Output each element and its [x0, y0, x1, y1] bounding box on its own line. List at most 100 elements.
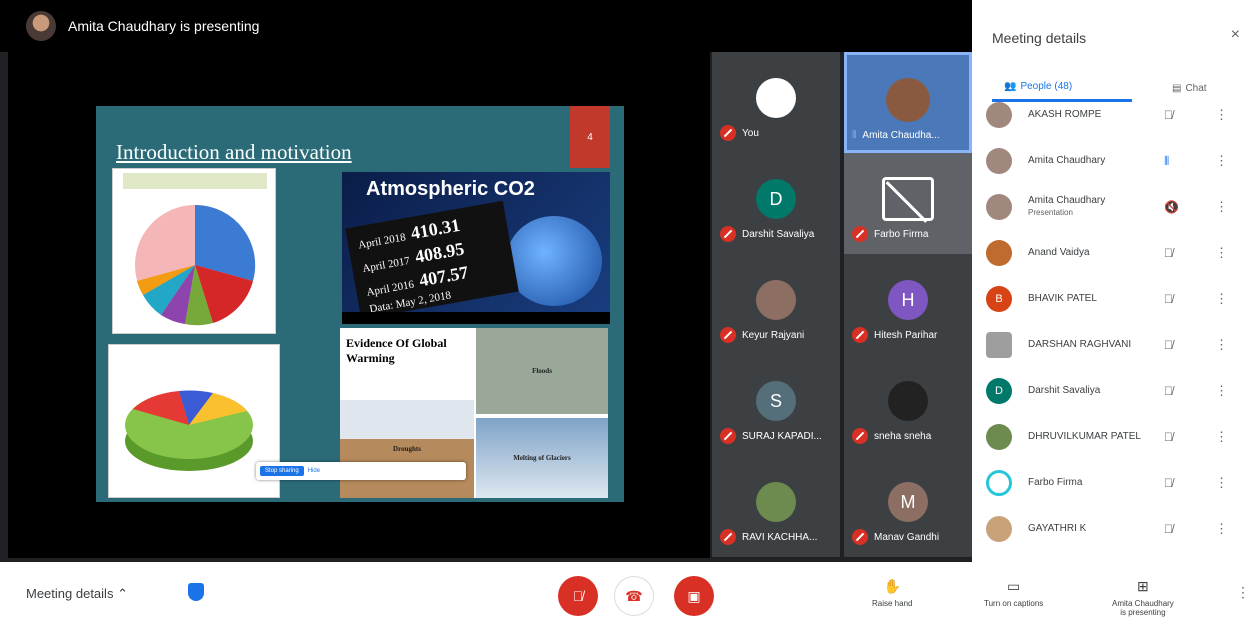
participant-avatar: D: [756, 179, 796, 219]
participant-tile[interactable]: RAVI KACHHA...: [712, 456, 840, 557]
pie-chart: [123, 173, 267, 326]
list-item[interactable]: AKASH ROMPE 🎙̸ ⋮: [986, 92, 1242, 138]
person-name: Amita Chaudhary: [1028, 155, 1106, 166]
participant-name: You: [720, 125, 759, 141]
hand-icon: ✋: [883, 578, 901, 594]
people-icon: 👥: [1004, 81, 1017, 92]
more-vert-icon[interactable]: ⋮: [1215, 429, 1228, 445]
participant-tile[interactable]: H Hitesh Parihar: [844, 254, 972, 355]
avatar: D: [986, 378, 1012, 404]
list-item[interactable]: DHRUVILKUMAR PATEL 🎙̸ ⋮: [986, 414, 1242, 460]
more-options-icon[interactable]: ⋮: [1236, 584, 1246, 601]
participant-name: Manav Gandhi: [852, 529, 939, 545]
avatar: [986, 194, 1012, 220]
participant-tile[interactable]: D Darshit Savaliya: [712, 153, 840, 254]
audio-level-icon: ⦀: [852, 130, 857, 141]
list-item[interactable]: Amita Chaudhary ⦀ ⋮: [986, 138, 1242, 184]
captions-button[interactable]: ▭ Turn on captions: [984, 578, 1043, 608]
participant-avatar: [888, 381, 928, 421]
globe-image: [506, 216, 602, 306]
participant-avatar: M: [888, 482, 928, 522]
mic-off-icon: [720, 529, 736, 545]
presentation-view[interactable]: Introduction and motivation 4 Atmospheri…: [8, 52, 710, 558]
camera-toggle-button[interactable]: ▣: [674, 576, 714, 616]
slide-title: Introduction and motivation: [116, 140, 352, 164]
participant-tile[interactable]: M Manav Gandhi: [844, 456, 972, 557]
participant-name: sneha sneha: [852, 428, 931, 444]
hide-button[interactable]: Hide: [308, 468, 320, 474]
participant-name: RAVI KACHHA...: [720, 529, 817, 545]
mic-off-icon[interactable]: 🎙̸: [1164, 430, 1182, 444]
mic-off-icon: [852, 428, 868, 444]
more-vert-icon[interactable]: ⋮: [1215, 153, 1228, 169]
more-vert-icon[interactable]: ⋮: [1215, 475, 1228, 491]
mic-off-icon[interactable]: 🎙̸: [1164, 246, 1182, 260]
pie-chart-card: [112, 168, 276, 334]
list-item[interactable]: Anand Vaidya 🎙̸ ⋮: [986, 230, 1242, 276]
list-item[interactable]: D Darshit Savaliya 🎙̸ ⋮: [986, 368, 1242, 414]
person-name: AKASH ROMPE: [1028, 109, 1102, 120]
raise-hand-button[interactable]: ✋ Raise hand: [872, 578, 912, 608]
mic-off-icon[interactable]: 🎙̸: [1164, 292, 1182, 306]
camera-off-icon: [882, 177, 934, 221]
presenting-button[interactable]: ⊞ Amita Chaudhary is presenting: [1112, 578, 1174, 617]
sharing-notice: Stop sharing Hide: [256, 462, 466, 480]
participant-tile[interactable]: Keyur Rajyani: [712, 254, 840, 355]
participant-avatar: [756, 78, 796, 118]
slide-number: 4: [570, 106, 610, 168]
co2-readings: April 2018 410.31 April 2017 408.95 April …: [345, 200, 519, 320]
close-icon[interactable]: ×: [1231, 26, 1240, 44]
mic-off-icon[interactable]: 🎙̸: [1164, 338, 1182, 352]
person-name: Anand Vaidya: [1028, 247, 1090, 258]
avatar: [986, 470, 1012, 496]
mic-off-icon[interactable]: 🎙̸: [1164, 384, 1182, 398]
more-vert-icon[interactable]: ⋮: [1215, 245, 1228, 261]
avatar: [986, 240, 1012, 266]
mic-toggle-button[interactable]: 🎙̸: [558, 576, 598, 616]
present-icon: ⊞: [1137, 578, 1149, 594]
participant-tile[interactable]: Farbo Firma: [844, 153, 972, 254]
audio-level-icon: ⦀: [1164, 153, 1170, 168]
participant-tile-speaking[interactable]: ⦀ Amita Chaudha...: [844, 52, 972, 153]
more-vert-icon[interactable]: ⋮: [1215, 107, 1228, 123]
mic-off-icon: 🎙̸: [572, 588, 584, 604]
mic-off-icon: [852, 226, 868, 242]
more-vert-icon[interactable]: ⋮: [1215, 521, 1228, 537]
list-item[interactable]: GAYATHRI K 🎙̸ ⋮: [986, 506, 1242, 552]
chevron-up-icon: ⌃: [117, 586, 128, 601]
avatar: [986, 332, 1012, 358]
mic-off-icon[interactable]: 🎙̸: [1164, 476, 1182, 490]
presenting-text: Amita Chaudhary is presenting: [68, 18, 260, 34]
participant-tile[interactable]: sneha sneha: [844, 355, 972, 456]
person-name: DARSHAN RAGHVANI: [1028, 339, 1132, 350]
avatar: [986, 424, 1012, 450]
shield-icon[interactable]: [188, 583, 204, 601]
mic-off-icon[interactable]: 🎙̸: [1164, 108, 1182, 122]
mic-off-icon: [720, 226, 736, 242]
more-vert-icon[interactable]: ⋮: [1215, 383, 1228, 399]
meeting-stage: Amita Chaudhary is presenting Introducti…: [0, 0, 972, 562]
meeting-details-button[interactable]: Meeting details ⌃: [26, 586, 128, 602]
mic-off-icon[interactable]: 🎙̸: [1164, 522, 1182, 536]
list-item[interactable]: Amita Chaudhary Presentation 🔇 ⋮: [986, 184, 1242, 230]
stop-sharing-button[interactable]: Stop sharing: [260, 466, 304, 476]
co2-panel: Atmospheric CO2 April 2018 410.31 April 2…: [342, 172, 610, 324]
more-vert-icon[interactable]: ⋮: [1215, 291, 1228, 307]
participant-tile[interactable]: S SURAJ KAPADI...: [712, 355, 840, 456]
avatar: [986, 148, 1012, 174]
list-item[interactable]: DARSHAN RAGHVANI 🎙̸ ⋮: [986, 322, 1242, 368]
more-vert-icon[interactable]: ⋮: [1215, 199, 1228, 215]
list-item[interactable]: Farbo Firma 🎙̸ ⋮: [986, 460, 1242, 506]
co2-title: Atmospheric CO2: [366, 178, 535, 200]
leave-call-button[interactable]: ☎: [614, 576, 654, 616]
more-vert-icon[interactable]: ⋮: [1215, 337, 1228, 353]
participant-avatar: S: [756, 381, 796, 421]
person-name: BHAVIK PATEL: [1028, 293, 1097, 304]
presentation-audio-icon[interactable]: 🔇: [1164, 200, 1182, 214]
warming-title: Evidence Of Global Warming: [346, 336, 447, 365]
meeting-details-panel: Meeting details × 👥 People (48) ▤ Chat AKA…: [972, 0, 1246, 562]
participant-grid: You ⦀ Amita Chaudha... D Darshit Savaliya…: [712, 52, 972, 558]
list-item[interactable]: B BHAVIK PATEL 🎙̸ ⋮: [986, 276, 1242, 322]
participant-tile[interactable]: You: [712, 52, 840, 153]
avatar: B: [986, 286, 1012, 312]
